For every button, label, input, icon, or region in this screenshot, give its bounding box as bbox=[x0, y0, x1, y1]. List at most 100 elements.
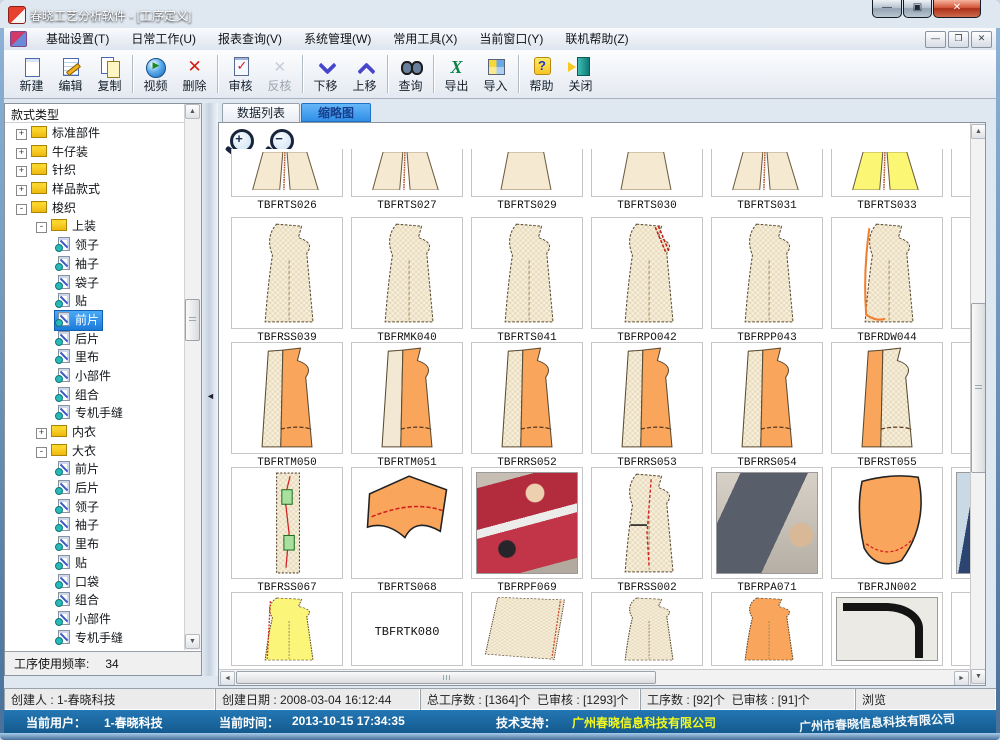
audit-button[interactable]: 审核 bbox=[221, 56, 260, 93]
move-down-button[interactable]: 下移 bbox=[306, 56, 345, 93]
menu-daily-work[interactable]: 日常工作(U) bbox=[120, 29, 207, 50]
menu-online-help[interactable]: 联机帮助(Z) bbox=[554, 29, 639, 50]
tree-item-coat-front[interactable]: 前片 bbox=[5, 460, 186, 479]
thumbnail-cell[interactable] bbox=[711, 467, 823, 579]
scroll-down-icon[interactable]: ▼ bbox=[971, 669, 986, 684]
thumbnail-cell[interactable] bbox=[711, 342, 823, 454]
expand-icon[interactable]: - bbox=[16, 204, 27, 215]
thumbnail-cell[interactable] bbox=[351, 342, 463, 454]
thumbnail-cell[interactable] bbox=[231, 149, 343, 197]
child-window-icon[interactable] bbox=[10, 31, 27, 47]
tree-item-denim[interactable]: +牛仔装 bbox=[5, 143, 186, 162]
tree-item-patch[interactable]: 贴 bbox=[5, 292, 186, 311]
thumbnail-cell[interactable] bbox=[231, 217, 343, 329]
video-button[interactable]: 视频 bbox=[136, 56, 175, 93]
menu-basic-settings[interactable]: 基础设置(T) bbox=[35, 29, 120, 50]
mdi-close-button[interactable]: ✕ bbox=[971, 31, 992, 48]
thumbnail-cell[interactable] bbox=[591, 217, 703, 329]
tree-item-coat-combine[interactable]: 组合 bbox=[5, 591, 186, 610]
thumbnail-cell[interactable]: TBFRTK080 bbox=[351, 592, 463, 666]
tree-item-lining[interactable]: 里布 bbox=[5, 348, 186, 367]
mdi-restore-button[interactable]: ❐ bbox=[948, 31, 969, 48]
thumbnail-cell[interactable] bbox=[231, 592, 343, 666]
thumbnail-cell[interactable] bbox=[471, 592, 583, 666]
tree-item-small-parts[interactable]: 小部件 bbox=[5, 367, 186, 386]
scroll-up-icon[interactable]: ▲ bbox=[971, 124, 986, 139]
vertical-scrollbar-thumb[interactable] bbox=[971, 303, 986, 473]
thumbnail-cell[interactable] bbox=[471, 467, 583, 579]
thumbnail-cell[interactable] bbox=[831, 217, 943, 329]
thumbnail-cell[interactable] bbox=[591, 342, 703, 454]
tree-item-coat-patch[interactable]: 贴 bbox=[5, 554, 186, 573]
tree-item-coat[interactable]: -大衣 bbox=[5, 442, 186, 461]
minimize-button[interactable]: — bbox=[872, 0, 902, 18]
thumbnail-cell[interactable] bbox=[591, 467, 703, 579]
thumbnail-cell[interactable] bbox=[471, 342, 583, 454]
tree-item-coat-collar[interactable]: 领子 bbox=[5, 498, 186, 517]
query-button[interactable]: 查询 bbox=[391, 56, 430, 93]
thumbnail-cell[interactable] bbox=[831, 467, 943, 579]
tab-data-list[interactable]: 数据列表 bbox=[222, 103, 300, 122]
tree-scrollbar-thumb[interactable] bbox=[185, 299, 200, 341]
thumbnail-cell[interactable] bbox=[831, 149, 943, 197]
thumbnail-cell[interactable] bbox=[711, 592, 823, 666]
thumbnail-cell[interactable] bbox=[831, 592, 943, 666]
thumbnail-cell[interactable] bbox=[351, 217, 463, 329]
thumbnail-cell[interactable] bbox=[591, 149, 703, 197]
edit-button[interactable]: 编辑 bbox=[51, 56, 90, 93]
close-window-button[interactable]: 关闭 bbox=[561, 56, 600, 93]
scroll-up-icon[interactable]: ▲ bbox=[185, 104, 200, 119]
panel-splitter[interactable]: ◄ bbox=[202, 103, 218, 676]
export-button[interactable]: 导出 bbox=[437, 56, 476, 93]
thumbnail-cell[interactable] bbox=[471, 217, 583, 329]
thumbnail-cell[interactable] bbox=[711, 149, 823, 197]
tree-item-coat-small-parts[interactable]: 小部件 bbox=[5, 610, 186, 629]
expand-icon[interactable]: - bbox=[36, 447, 47, 458]
thumbnail-cell[interactable] bbox=[471, 149, 583, 197]
help-button[interactable]: 帮助 bbox=[522, 56, 561, 93]
new-button[interactable]: 新建 bbox=[12, 56, 51, 93]
thumbnail-cell[interactable] bbox=[591, 592, 703, 666]
menu-current-window[interactable]: 当前窗口(Y) bbox=[468, 29, 554, 50]
tree-item-collar[interactable]: 领子 bbox=[5, 236, 186, 255]
collapse-arrow-icon[interactable]: ◄ bbox=[206, 391, 215, 401]
copy-button[interactable]: 复制 bbox=[90, 56, 129, 93]
tab-thumbnail[interactable]: 缩略图 bbox=[301, 103, 371, 122]
expand-icon[interactable]: + bbox=[16, 129, 27, 140]
tree-item-front-piece-selected[interactable]: 前片 bbox=[5, 311, 186, 330]
expand-icon[interactable]: - bbox=[36, 222, 47, 233]
menu-common-tools[interactable]: 常用工具(X) bbox=[382, 29, 468, 50]
thumbnail-cell[interactable] bbox=[351, 467, 463, 579]
move-up-button[interactable]: 上移 bbox=[345, 56, 384, 93]
thumbnail-cell[interactable] bbox=[231, 342, 343, 454]
expand-icon[interactable]: + bbox=[16, 166, 27, 177]
vertical-scrollbar[interactable]: ▲ ▼ bbox=[970, 123, 986, 685]
import-button[interactable]: 导入 bbox=[476, 56, 515, 93]
tree-item-back-piece[interactable]: 后片 bbox=[5, 330, 186, 349]
tree-item-sleeve[interactable]: 袖子 bbox=[5, 255, 186, 274]
scroll-down-icon[interactable]: ▼ bbox=[185, 634, 200, 649]
thumbnail-cell[interactable] bbox=[711, 217, 823, 329]
tree-item-underwear[interactable]: +内衣 bbox=[5, 423, 186, 442]
mdi-minimize-button[interactable]: — bbox=[925, 31, 946, 48]
delete-button[interactable]: 删除 bbox=[175, 56, 214, 93]
tree-item-sample-style[interactable]: +样品款式 bbox=[5, 180, 186, 199]
expand-icon[interactable]: + bbox=[16, 148, 27, 159]
tree-item-knit[interactable]: +针织 bbox=[5, 161, 186, 180]
scroll-right-icon[interactable]: ► bbox=[954, 671, 969, 686]
scroll-left-icon[interactable]: ◄ bbox=[220, 671, 235, 686]
tree-item-coat-back[interactable]: 后片 bbox=[5, 479, 186, 498]
menu-report-query[interactable]: 报表查询(V) bbox=[207, 29, 293, 50]
expand-icon[interactable]: + bbox=[16, 185, 27, 196]
thumbnail-cell[interactable] bbox=[831, 342, 943, 454]
tree-item-woven[interactable]: -梭织 bbox=[5, 199, 186, 218]
tree-item-special-stitch[interactable]: 专机手缝 bbox=[5, 404, 186, 423]
menu-system-manage[interactable]: 系统管理(W) bbox=[293, 29, 382, 50]
tree-item-coat-pocket[interactable]: 口袋 bbox=[5, 573, 186, 592]
horizontal-scrollbar[interactable]: ◄ ► bbox=[219, 669, 970, 686]
tree-item-pocket[interactable]: 袋子 bbox=[5, 274, 186, 293]
close-button[interactable]: ✕ bbox=[933, 0, 981, 18]
maximize-button[interactable]: ▣ bbox=[903, 0, 932, 18]
tree-item-coat-special-stitch[interactable]: 专机手缝 bbox=[5, 629, 186, 648]
tree-item-standard-parts[interactable]: +标准部件 bbox=[5, 124, 186, 143]
